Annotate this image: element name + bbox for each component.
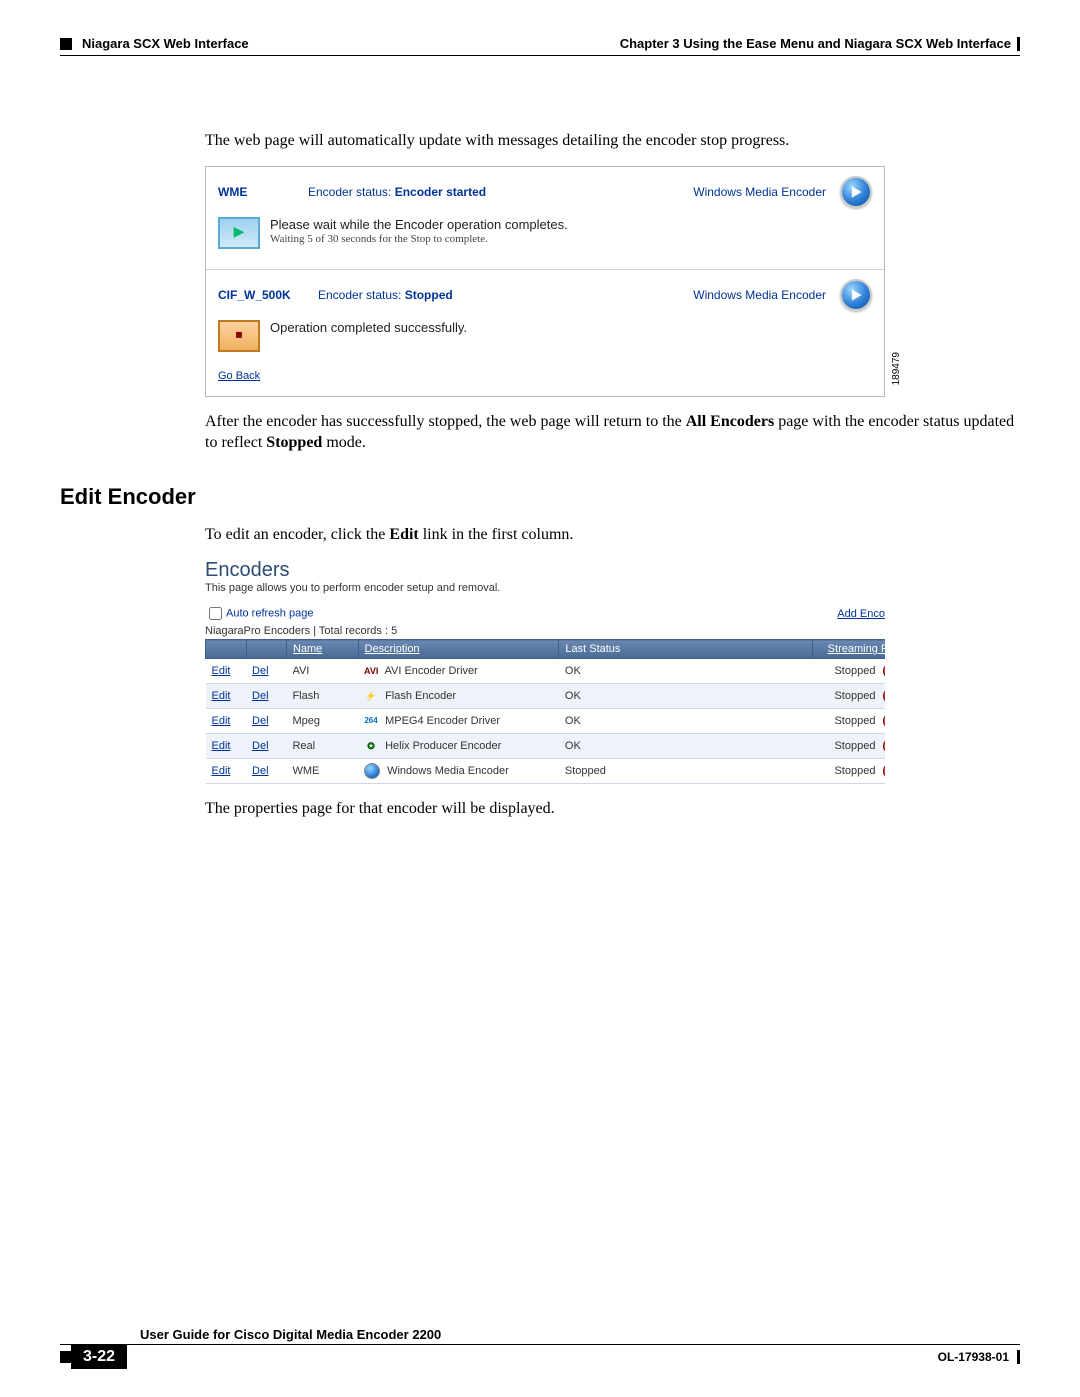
auto-refresh-label[interactable]: Auto refresh page [205, 604, 313, 623]
edit-link[interactable]: Edit [212, 740, 231, 752]
header-bar-icon [1017, 37, 1020, 51]
status-dot-icon [883, 688, 886, 704]
encoders-list-screenshot: Encoders This page allows you to perform… [205, 559, 885, 784]
encoder-desc-cell: 264 MPEG4 Encoder Driver [358, 709, 559, 734]
encoder-type-label: Windows Media Encoder [693, 288, 826, 302]
table-row: EditDelWME Windows Media EncoderStoppedS… [206, 759, 886, 784]
encoder-type-icon: ⚡ [364, 690, 378, 702]
encoder-status-cell: OK [559, 659, 812, 684]
delete-link[interactable]: Del [252, 715, 269, 727]
encoder-status-cell: OK [559, 709, 812, 734]
table-row: Edit Del Real✪ Helix Producer EncoderOKSto… [206, 734, 886, 759]
encoder-desc-cell: AVI AVI Encoder Driver [358, 659, 559, 684]
status-dot-icon [883, 738, 886, 754]
status-dot-icon [883, 663, 886, 679]
auto-refresh-checkbox[interactable] [209, 607, 222, 620]
encoders-table: Name Description Last Status Streaming P… [205, 639, 885, 784]
section-heading: Edit Encoder [60, 484, 1020, 510]
section-title: Niagara SCX Web Interface [82, 36, 249, 51]
success-message: Operation completed successfully. [270, 320, 467, 337]
streaming-cell: Stopped [812, 709, 885, 734]
encoders-subtitle: This page allows you to perform encoder … [205, 582, 885, 594]
page-number-badge: 3-22 [71, 1345, 127, 1369]
table-row: Edit Del AVIAVI AVI Encoder DriverOKStoppe… [206, 659, 886, 684]
status-dot-icon [883, 763, 886, 779]
encoder-type-icon: ✪ [364, 740, 378, 752]
wme-icon [364, 763, 380, 779]
encoder-name: CIF_W_500K [218, 288, 308, 302]
chapter-title: Chapter 3 Using the Ease Menu and Niagar… [620, 36, 1011, 51]
col-edit [206, 640, 247, 659]
encoder-stop-screenshot: WME Encoder status: Encoder started Wind… [205, 166, 885, 397]
records-meta: NiagaraPro Encoders | Total records : 5 [205, 625, 885, 637]
encoder-name-cell: AVI [286, 659, 358, 684]
table-row: Edit Del Mpeg264 MPEG4 Encoder DriverOKSto… [206, 709, 886, 734]
col-last-status: Last Status [559, 640, 812, 659]
go-back-link[interactable]: Go Back [218, 370, 260, 382]
col-streaming[interactable]: Streaming Pre [812, 640, 885, 659]
wait-sub-message: Waiting 5 of 30 seconds for the Stop to … [270, 233, 568, 245]
progress-icon: ▶ [218, 217, 260, 249]
encoder-status: Encoder status: Encoder started [308, 185, 683, 199]
delete-link[interactable]: Del [252, 690, 269, 702]
encoder-name-cell: Flash [286, 684, 358, 709]
encoder-status-cell: OK [559, 734, 812, 759]
figure-number: 189479 [891, 352, 902, 385]
encoder-name-cell: Mpeg [286, 709, 358, 734]
streaming-cell: Stopped [812, 759, 885, 784]
edit-instruction: To edit an encoder, click the Edit link … [205, 524, 1020, 546]
windows-media-icon [840, 279, 872, 311]
intro-paragraph: The web page will automatically update w… [205, 130, 1020, 152]
properties-paragraph: The properties page for that encoder wil… [205, 798, 1020, 820]
status-dot-icon [883, 713, 886, 729]
col-description[interactable]: Description [358, 640, 559, 659]
streaming-cell: Stopped [812, 734, 885, 759]
delete-link[interactable]: Del [252, 665, 269, 677]
encoders-title: Encoders [205, 559, 885, 582]
wait-message: Please wait while the Encoder operation … [270, 217, 568, 234]
delete-link[interactable]: Del [252, 765, 269, 777]
encoder-status-cell: Stopped [559, 759, 812, 784]
edit-link[interactable]: Edit [212, 765, 231, 777]
table-row: Edit Del Flash⚡ Flash EncoderOKStopped [206, 684, 886, 709]
edit-link[interactable]: Edit [212, 665, 231, 677]
footer-bar-icon [1017, 1350, 1020, 1364]
after-stop-paragraph: After the encoder has successfully stopp… [205, 411, 1020, 454]
col-del [246, 640, 286, 659]
col-name[interactable]: Name [286, 640, 358, 659]
encoder-name-cell: WME [286, 759, 358, 784]
edit-link[interactable]: Edit [212, 715, 231, 727]
guide-title: User Guide for Cisco Digital Media Encod… [60, 1327, 441, 1342]
encoder-desc-cell: Windows Media Encoder [358, 759, 559, 784]
encoder-name: WME [218, 185, 298, 199]
encoder-desc-cell: ⚡ Flash Encoder [358, 684, 559, 709]
edit-link[interactable]: Edit [212, 690, 231, 702]
streaming-cell: Stopped [812, 659, 885, 684]
add-encoder-link[interactable]: Add Enco [837, 608, 885, 620]
encoder-status: Encoder status: Stopped [318, 288, 683, 302]
encoder-desc-cell: ✪ Helix Producer Encoder [358, 734, 559, 759]
page-header: Niagara SCX Web Interface Chapter 3 Usin… [60, 36, 1020, 51]
encoder-type-icon: 264 [364, 715, 378, 727]
document-id: OL-17938-01 [938, 1350, 1009, 1364]
encoder-type-label: Windows Media Encoder [693, 185, 826, 199]
delete-link[interactable]: Del [252, 740, 269, 752]
windows-media-icon [840, 176, 872, 208]
page-footer: User Guide for Cisco Digital Media Encod… [60, 1327, 1020, 1369]
encoder-name-cell: Real [286, 734, 358, 759]
encoder-status-cell: OK [559, 684, 812, 709]
streaming-cell: Stopped [812, 684, 885, 709]
header-square-icon [60, 38, 72, 50]
encoder-type-icon: AVI [364, 665, 378, 677]
stop-icon: ⏹ [218, 320, 260, 352]
